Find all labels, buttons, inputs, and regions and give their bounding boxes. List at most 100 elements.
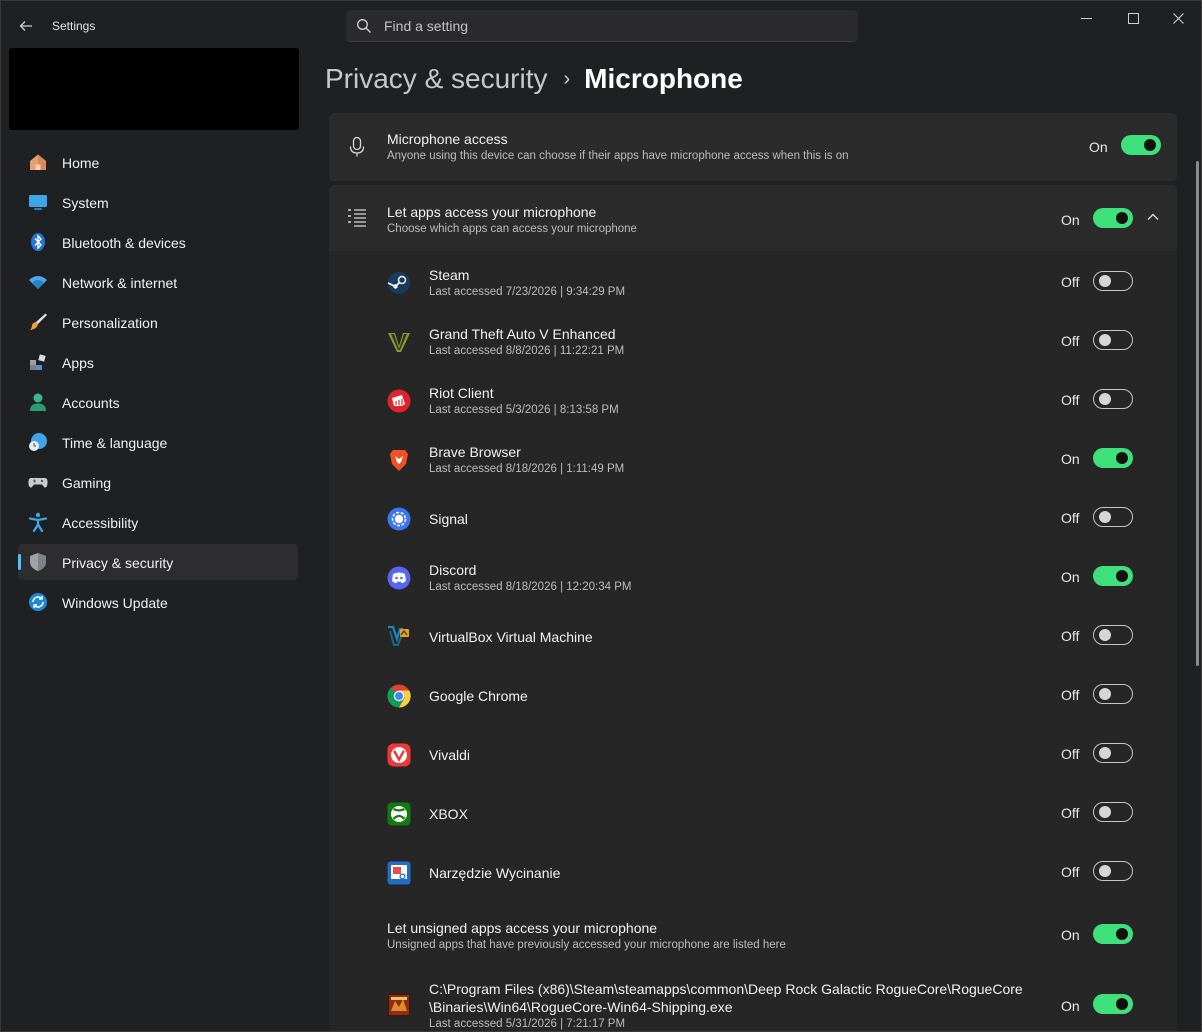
app-last-accessed: Last accessed 5/31/2026 | 7:21:17 PM — [429, 1018, 626, 1030]
toggle-knob — [1116, 452, 1128, 464]
app-path-line2: \Binaries\Win64\RogueCore-Win64-Shipping… — [429, 999, 733, 1015]
sidebar-item-label: Time & language — [62, 435, 168, 451]
title-bar: Settings — [1, 1, 1201, 51]
sidebar-item-accessibility[interactable]: Accessibility — [18, 504, 298, 540]
app-path-line1: C:\Program Files (x86)\Steam\steamapps\c… — [429, 981, 1023, 997]
unsigned-apps-subtitle: Unsigned apps that have previously acces… — [387, 939, 786, 951]
app-name: Riot Client — [429, 385, 494, 401]
breadcrumb-parent-link[interactable]: Privacy & security — [325, 63, 548, 95]
brave-icon — [390, 450, 408, 471]
toggle-knob — [1144, 139, 1156, 151]
back-arrow-icon — [19, 21, 32, 31]
steam-toggle[interactable] — [1093, 271, 1133, 291]
toggle-knob — [1116, 928, 1128, 940]
clock-globe-icon — [29, 433, 47, 451]
sidebar-item-label: Accessibility — [62, 515, 139, 531]
search-icon — [357, 19, 371, 33]
app-state: On — [1061, 451, 1080, 467]
chrome-toggle[interactable] — [1093, 684, 1133, 704]
microphone-access-state: On — [1089, 139, 1108, 155]
maximize-button[interactable] — [1110, 7, 1156, 29]
sidebar-item-time-language[interactable]: Time & language — [18, 424, 298, 460]
app-state: On — [1061, 998, 1080, 1014]
scrollbar[interactable] — [1196, 161, 1199, 666]
toggle-knob — [1116, 570, 1128, 582]
sidebar-item-privacy-security[interactable]: Privacy & security — [18, 544, 298, 580]
app-name: Google Chrome — [429, 688, 528, 704]
app-row-chrome: Google Chrome Off — [329, 666, 1177, 725]
gamepad-icon — [28, 478, 48, 488]
sidebar-item-apps[interactable]: Apps — [18, 344, 298, 380]
search-input[interactable] — [384, 10, 844, 41]
search-box[interactable] — [346, 10, 858, 42]
app-name: Steam — [429, 267, 470, 283]
app-last-accessed: Last accessed 5/3/2026 | 8:13:58 PM — [429, 404, 619, 416]
app-row-gta: Grand Theft Auto V Enhanced Last accesse… — [329, 312, 1177, 371]
close-button[interactable] — [1155, 7, 1201, 29]
sidebar-item-bluetooth[interactable]: Bluetooth & devices — [18, 224, 298, 260]
bluetooth-icon — [31, 233, 45, 251]
steam-icon — [387, 272, 410, 294]
sidebar-item-network[interactable]: Network & internet — [18, 264, 298, 300]
signal-toggle[interactable] — [1093, 507, 1133, 527]
riot-client-toggle[interactable] — [1093, 389, 1133, 409]
virtualbox-toggle[interactable] — [1093, 625, 1133, 645]
app-name: VirtualBox Virtual Machine — [429, 629, 593, 645]
maximize-icon — [1127, 12, 1139, 24]
app-row-virtualbox: VirtualBox Virtual Machine Off — [329, 607, 1177, 666]
snipping-tool-toggle[interactable] — [1093, 861, 1133, 881]
sidebar-item-system[interactable]: System — [18, 184, 298, 220]
app-name: Narzędzie Wycinanie — [429, 865, 561, 881]
xbox-toggle[interactable] — [1093, 802, 1133, 822]
snipping-tool-icon — [387, 861, 411, 885]
app-state: Off — [1061, 333, 1080, 349]
sidebar-item-label: Privacy & security — [62, 555, 174, 571]
sidebar-item-gaming[interactable]: Gaming — [18, 464, 298, 500]
microphone-access-toggle[interactable] — [1121, 135, 1161, 155]
sidebar-item-personalization[interactable]: Personalization — [18, 304, 298, 340]
chevron-up-icon[interactable] — [1145, 209, 1161, 225]
app-row-brave: Brave Browser Last accessed 8/18/2026 | … — [329, 430, 1177, 489]
brave-toggle[interactable] — [1093, 448, 1133, 468]
shield-icon — [30, 553, 46, 571]
unsigned-apps-toggle[interactable] — [1093, 924, 1133, 944]
toggle-knob — [1099, 747, 1111, 759]
vivaldi-toggle[interactable] — [1093, 743, 1133, 763]
apps-access-toggle[interactable] — [1093, 208, 1133, 228]
home-icon — [30, 154, 46, 170]
wifi-icon — [29, 276, 47, 289]
app-state: Off — [1061, 392, 1080, 408]
app-name: Discord — [429, 562, 477, 578]
gta-icon — [388, 333, 410, 352]
microphone-access-subtitle: Anyone using this device can choose if t… — [387, 150, 849, 162]
app-row-xbox: XBOX Off — [329, 784, 1177, 843]
minimize-button[interactable] — [1063, 7, 1109, 29]
app-last-accessed: Last accessed 7/23/2026 | 9:34:29 PM — [429, 286, 626, 298]
gta-toggle[interactable] — [1093, 330, 1133, 350]
sidebar-item-windows-update[interactable]: Windows Update — [18, 584, 298, 620]
toggle-knob — [1099, 511, 1111, 523]
accessibility-icon — [28, 512, 48, 532]
list-icon — [348, 209, 366, 227]
sidebar-item-accounts[interactable]: Accounts — [18, 384, 298, 420]
sidebar-item-label: Home — [62, 155, 100, 171]
sidebar-nav: Home System Bluetooth & devices Network … — [18, 144, 298, 624]
app-state: Off — [1061, 274, 1080, 290]
sidebar-item-home[interactable]: Home — [18, 144, 298, 180]
back-button[interactable] — [15, 15, 37, 37]
app-state: Off — [1061, 510, 1080, 526]
unsigned-apps-row: Let unsigned apps access your microphone… — [329, 906, 1177, 965]
app-last-accessed: Last accessed 8/18/2026 | 12:20:34 PM — [429, 581, 632, 593]
discord-toggle[interactable] — [1093, 566, 1133, 586]
account-panel[interactable] — [9, 48, 299, 130]
riot-icon — [387, 389, 411, 413]
app-name: Signal — [429, 511, 468, 527]
app-state: On — [1061, 569, 1080, 585]
roguecore-icon — [387, 993, 411, 1017]
system-icon — [29, 195, 47, 210]
xbox-icon — [387, 802, 411, 826]
app-row-riot-client: Riot Client Last accessed 5/3/2026 | 8:1… — [329, 371, 1177, 430]
microphone-icon — [349, 136, 365, 157]
roguecore-toggle[interactable] — [1093, 994, 1133, 1014]
settings-window: Settings Home System Bluetooth & devices — [0, 0, 1202, 1032]
